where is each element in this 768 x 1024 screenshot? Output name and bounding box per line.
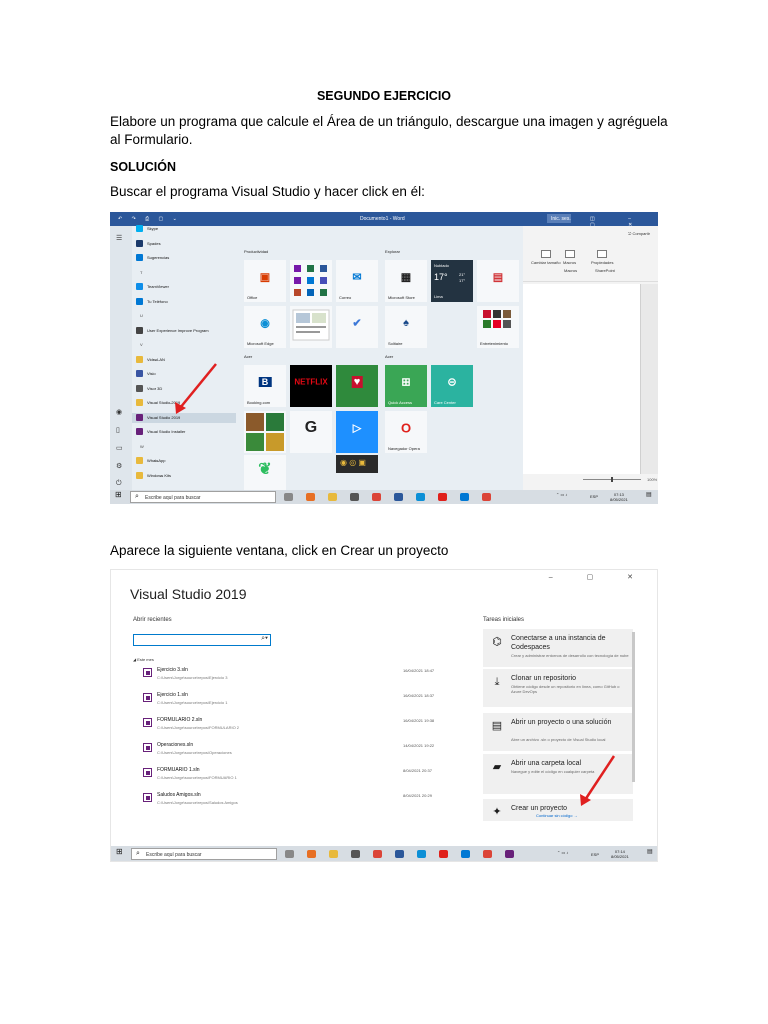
red-arrow-2 — [580, 755, 616, 806]
screenshot-start-menu: ↶ ↷ ⎙ ▢ ⌄ Documento1 - Word Inic. ses. ◫… — [110, 212, 658, 504]
screenshot-visual-studio: – ▢ ✕ Visual Studio 2019 Abrir recientes… — [110, 569, 658, 862]
document-title: SEGUNDO EJERCICIO — [316, 89, 452, 103]
step-1-text: Buscar el programa Visual Studio y hacer… — [110, 184, 425, 199]
step-2-text: Aparece la siguiente ventana, click en C… — [110, 543, 449, 558]
solution-heading: SOLUCIÓN — [110, 160, 176, 174]
exercise-statement: Elabore un programa que calcule el Área … — [110, 114, 668, 147]
red-arrow-1 — [175, 363, 217, 414]
